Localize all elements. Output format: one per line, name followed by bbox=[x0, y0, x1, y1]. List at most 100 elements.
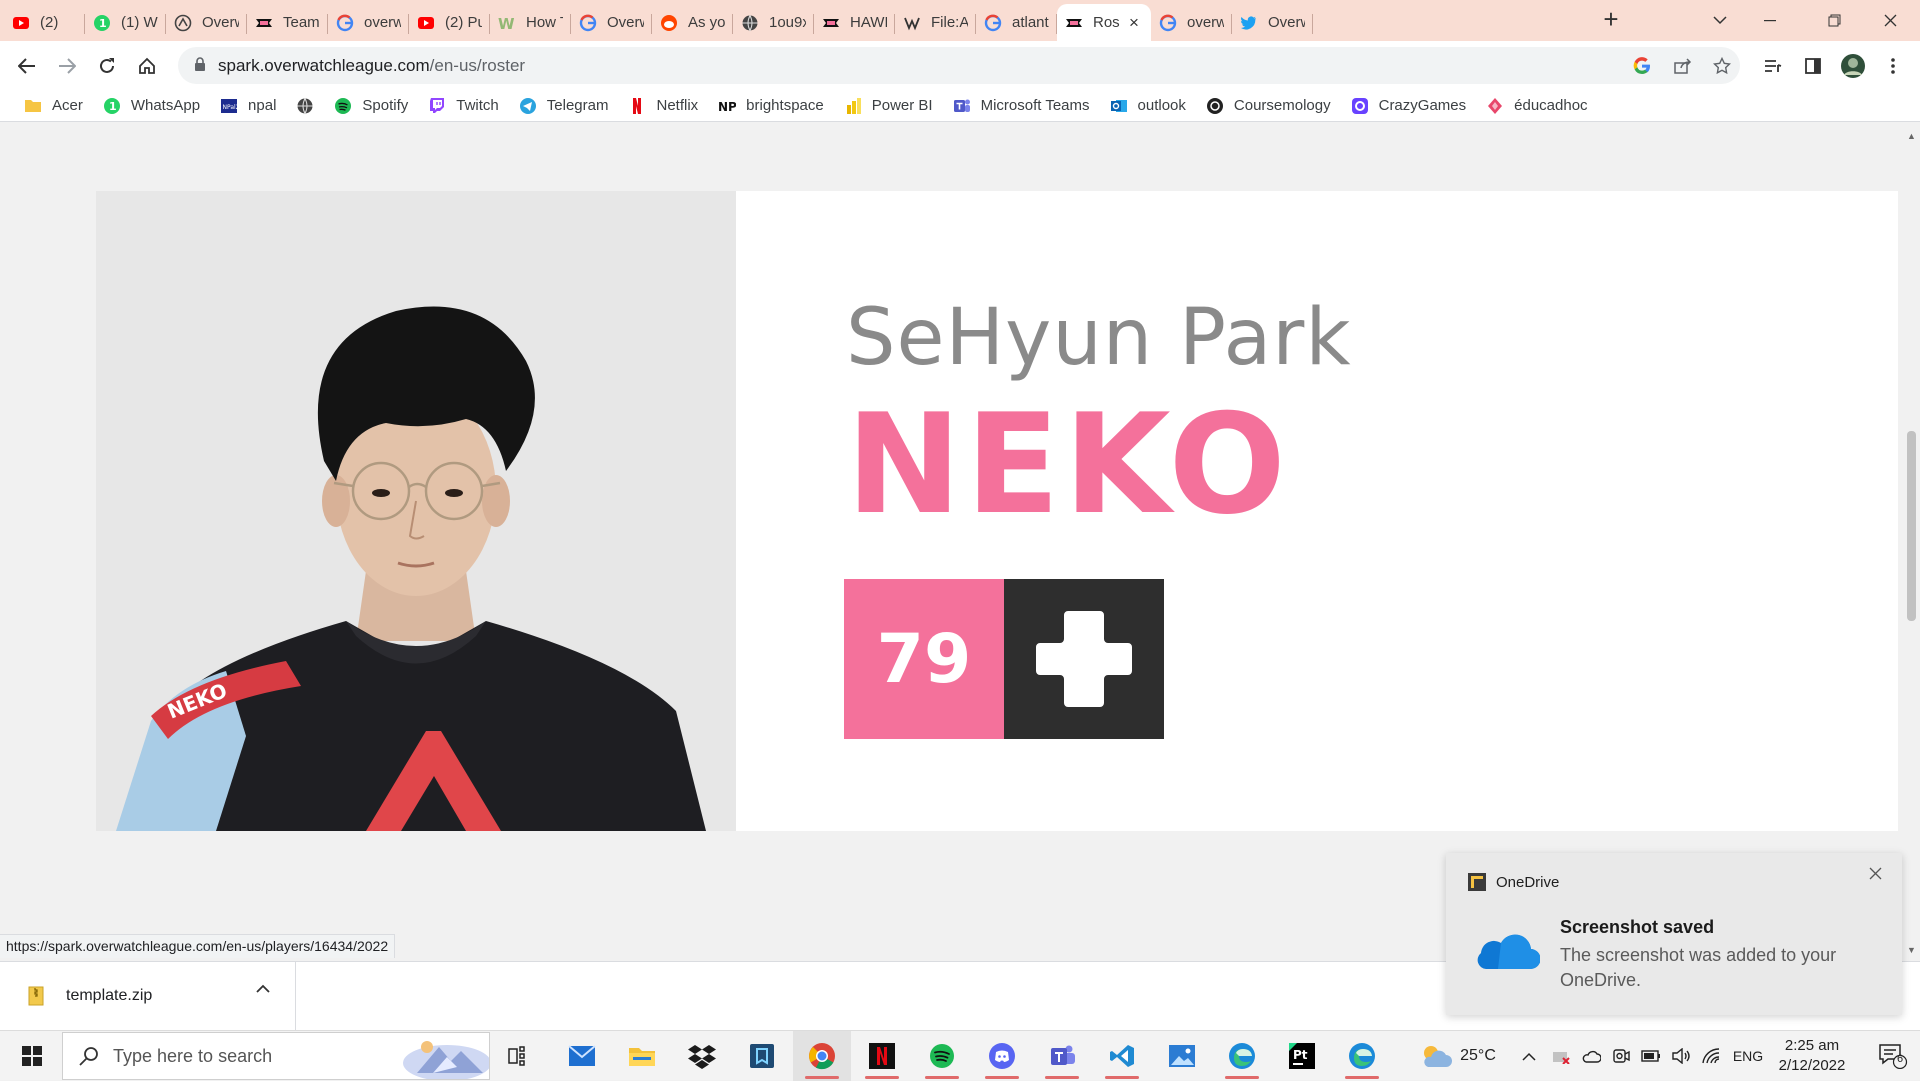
toast-close-button[interactable] bbox=[1869, 867, 1882, 880]
bookmark-item[interactable]: Telegram bbox=[511, 92, 617, 120]
player-full-name: SeHyun Park bbox=[846, 293, 1352, 383]
side-panel-button[interactable] bbox=[1796, 49, 1830, 83]
tab-14[interactable]: overwa bbox=[1151, 4, 1232, 41]
tab-7[interactable]: Overwa bbox=[571, 4, 652, 41]
bookmark-item[interactable]: Netflix bbox=[620, 92, 706, 120]
weather-widget[interactable]: 25°C bbox=[1408, 1031, 1508, 1081]
tab-1[interactable]: 1 (1) Wha bbox=[85, 4, 166, 41]
reading-list-button[interactable] bbox=[1756, 49, 1790, 83]
scroll-up-arrow[interactable]: ▲ bbox=[1907, 131, 1916, 141]
page-scrollbar[interactable]: ▲ ▼ bbox=[1903, 123, 1920, 961]
tray-overflow-button[interactable] bbox=[1516, 1031, 1542, 1081]
taskbar-spotify[interactable] bbox=[913, 1031, 971, 1081]
taskbar-edge[interactable] bbox=[1213, 1031, 1271, 1081]
tab-11[interactable]: File:Atl bbox=[895, 4, 976, 41]
bookmark-item[interactable]: Coursemology bbox=[1198, 92, 1339, 120]
chrome-menu-button[interactable] bbox=[1876, 49, 1910, 83]
tab-label: Overwa bbox=[1268, 14, 1305, 31]
download-item[interactable]: template.zip bbox=[0, 962, 296, 1030]
tab-9[interactable]: 1ou9xw bbox=[733, 4, 814, 41]
close-window-button[interactable] bbox=[1860, 0, 1920, 41]
bookmark-item[interactable]: NP brightspace bbox=[710, 92, 832, 120]
back-button[interactable] bbox=[10, 49, 44, 83]
tray-language[interactable]: ENG bbox=[1728, 1031, 1768, 1081]
action-center-button[interactable]: 6 bbox=[1866, 1031, 1920, 1081]
tab-3[interactable]: Teams bbox=[247, 4, 328, 41]
taskbar-file-explorer[interactable] bbox=[613, 1031, 671, 1081]
bookmark-label: éducadhoc bbox=[1514, 97, 1588, 114]
tab-12[interactable]: atlanta bbox=[976, 4, 1057, 41]
bookmark-item[interactable]: Acer bbox=[16, 92, 91, 120]
bookmark-item[interactable]: Spotify bbox=[326, 92, 416, 120]
taskbar-search-box[interactable]: Type here to search bbox=[62, 1032, 490, 1080]
tab-0[interactable]: (2) bbox=[4, 4, 85, 41]
forward-button[interactable] bbox=[50, 49, 84, 83]
bookmark-item[interactable]: NPal2 npal bbox=[212, 92, 284, 120]
task-view-button[interactable] bbox=[490, 1031, 548, 1081]
profile-button[interactable] bbox=[1836, 49, 1870, 83]
tab-8[interactable]: As you bbox=[652, 4, 733, 41]
close-tab-icon[interactable]: × bbox=[1125, 13, 1143, 33]
tab-13[interactable]: Ros × bbox=[1057, 4, 1151, 41]
share-button[interactable] bbox=[1671, 54, 1695, 78]
taskbar-teams[interactable] bbox=[1033, 1031, 1091, 1081]
onedrive-notification[interactable]: OneDrive Screenshot saved The screenshot… bbox=[1446, 853, 1902, 1015]
restore-icon bbox=[1828, 14, 1840, 27]
taskbar-discord[interactable] bbox=[973, 1031, 1031, 1081]
tab-6[interactable]: W How To bbox=[490, 4, 571, 41]
tab-5[interactable]: (2) Pure bbox=[409, 4, 490, 41]
reload-button[interactable] bbox=[90, 49, 124, 83]
taskbar-netflix[interactable] bbox=[853, 1031, 911, 1081]
tab-4[interactable]: overwa bbox=[328, 4, 409, 41]
search-icon bbox=[79, 1047, 98, 1066]
tray-onedrive[interactable] bbox=[1578, 1031, 1604, 1081]
scroll-thumb[interactable] bbox=[1907, 431, 1916, 621]
taskbar-vscode[interactable] bbox=[1093, 1031, 1151, 1081]
bookmark-item[interactable]: outlook bbox=[1102, 92, 1194, 120]
taskbar-dropbox[interactable] bbox=[673, 1031, 731, 1081]
npal-icon: NPal2 bbox=[220, 97, 238, 115]
tray-wifi[interactable] bbox=[1698, 1031, 1724, 1081]
start-button[interactable] bbox=[8, 1031, 56, 1081]
scroll-down-arrow[interactable]: ▼ bbox=[1907, 945, 1916, 955]
taskbar-pycharm[interactable]: Pt bbox=[1273, 1031, 1331, 1081]
bookmark-item[interactable]: éducadhoc bbox=[1478, 92, 1595, 120]
chevron-down-icon bbox=[1713, 16, 1727, 25]
taskbar-app-blue[interactable] bbox=[733, 1031, 791, 1081]
taskbar-edge-2[interactable] bbox=[1333, 1031, 1391, 1081]
team-logo-icon bbox=[255, 14, 273, 32]
tray-app-icon[interactable] bbox=[1548, 1031, 1574, 1081]
taskbar-mail[interactable] bbox=[553, 1031, 611, 1081]
bookmark-item[interactable]: Microsoft Teams bbox=[945, 92, 1098, 120]
bookmark-star-button[interactable] bbox=[1710, 54, 1734, 78]
restore-button[interactable] bbox=[1804, 0, 1864, 41]
chevron-up-icon[interactable] bbox=[256, 984, 270, 993]
player-handle: NEKO bbox=[846, 384, 1290, 545]
spotify-icon bbox=[930, 1044, 954, 1068]
role-badge bbox=[1004, 579, 1164, 739]
bookmark-item[interactable]: CrazyGames bbox=[1343, 92, 1475, 120]
tab-15[interactable]: Overwa bbox=[1232, 4, 1313, 41]
tray-battery[interactable] bbox=[1638, 1031, 1664, 1081]
bookmark-item[interactable]: 1 WhatsApp bbox=[95, 92, 208, 120]
page-viewport: NEKO SeHyun Park NEKO 79 ▲ ▼ https://spa… bbox=[0, 123, 1920, 961]
youtube-icon bbox=[417, 14, 435, 32]
minimize-button[interactable] bbox=[1740, 0, 1800, 41]
tab-10[interactable]: HAWK bbox=[814, 4, 895, 41]
taskbar-photos[interactable] bbox=[1153, 1031, 1211, 1081]
address-bar[interactable]: spark.overwatchleague.com/en-us/roster bbox=[178, 47, 1740, 84]
clock-time: 2:25 am bbox=[1784, 1037, 1840, 1054]
globe-icon bbox=[741, 14, 759, 32]
bookmark-item[interactable]: Power BI bbox=[836, 92, 941, 120]
bookmark-item[interactable]: Twitch bbox=[420, 92, 507, 120]
taskbar-clock[interactable]: 2:25 am 2/12/2022 bbox=[1764, 1036, 1860, 1076]
taskbar-chrome[interactable] bbox=[793, 1031, 851, 1081]
bookmark-item[interactable] bbox=[288, 92, 322, 120]
telegram-icon bbox=[519, 97, 537, 115]
tray-meet-now[interactable] bbox=[1608, 1031, 1634, 1081]
new-tab-button[interactable]: + bbox=[1597, 6, 1625, 34]
tab-2[interactable]: Overwa bbox=[166, 4, 247, 41]
google-lens-button[interactable] bbox=[1630, 54, 1654, 78]
tray-volume[interactable] bbox=[1668, 1031, 1694, 1081]
home-button[interactable] bbox=[130, 49, 164, 83]
